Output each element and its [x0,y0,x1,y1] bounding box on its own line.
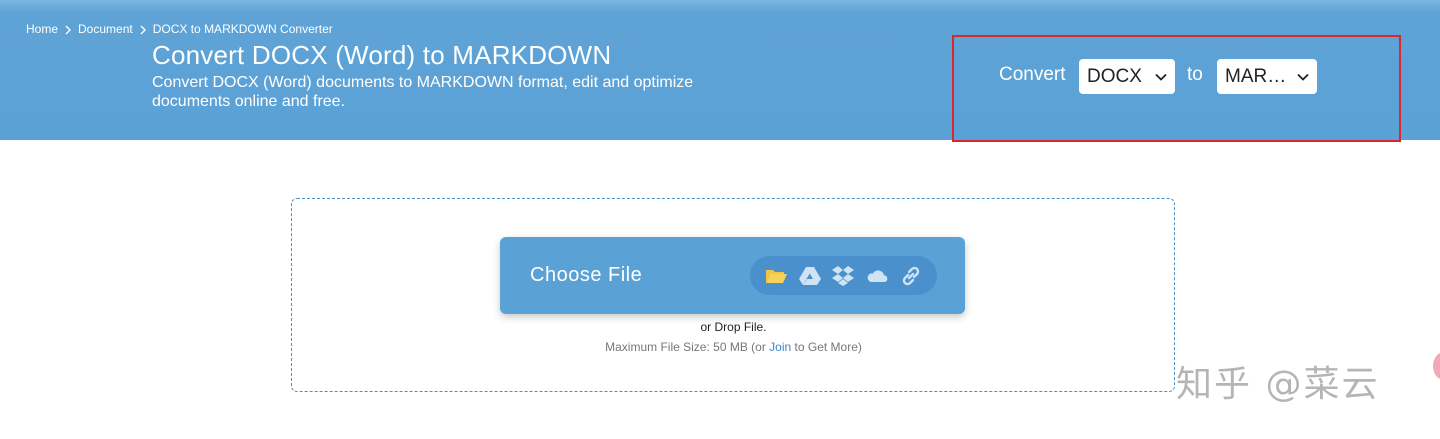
choose-file-button[interactable]: Choose File [500,237,965,314]
url-link-icon[interactable] [897,262,925,290]
page-title: Convert DOCX (Word) to MARKDOWN [152,40,612,70]
chevron-right-icon [58,22,78,36]
onedrive-icon[interactable] [863,262,891,290]
chevron-right-icon [133,22,153,36]
breadcrumb: Home Document DOCX to MARKDOWN Converter [26,21,333,37]
google-drive-icon[interactable] [796,262,824,290]
page-subtitle: Convert DOCX (Word) documents to MARKDOW… [152,74,694,110]
chevron-down-icon [1289,73,1317,81]
max-size-suffix: to Get More) [791,340,862,354]
breadcrumb-document[interactable]: Document [78,22,133,36]
join-link[interactable]: Join [769,340,791,354]
from-format-select[interactable]: DOCX [1079,59,1175,94]
to-format-select[interactable]: MAR… [1217,59,1317,94]
dropbox-icon[interactable] [829,262,857,290]
converter-highlight-box [952,35,1401,142]
to-format-value: MAR… [1225,65,1287,87]
watermark-logo: 知乎 @菜云 [1176,364,1380,405]
to-label: to [1187,64,1203,85]
chevron-down-icon [1147,73,1175,81]
breadcrumb-current: DOCX to MARKDOWN Converter [152,22,333,36]
folder-icon[interactable] [762,262,790,290]
max-size-prefix: Maximum File Size: 50 MB (or [605,340,770,354]
max-file-size-text: Maximum File Size: 50 MB (or Join to Get… [0,340,1440,354]
floating-widget-edge[interactable] [1433,352,1440,380]
breadcrumb-home[interactable]: Home [26,22,58,36]
upload-sources [750,256,937,295]
from-format-value: DOCX [1087,65,1142,87]
convert-label: Convert [999,64,1066,85]
drop-file-label: or Drop File. [700,320,767,334]
drop-file-text: or Drop File. [0,320,1440,334]
choose-file-label: Choose File [530,264,643,286]
